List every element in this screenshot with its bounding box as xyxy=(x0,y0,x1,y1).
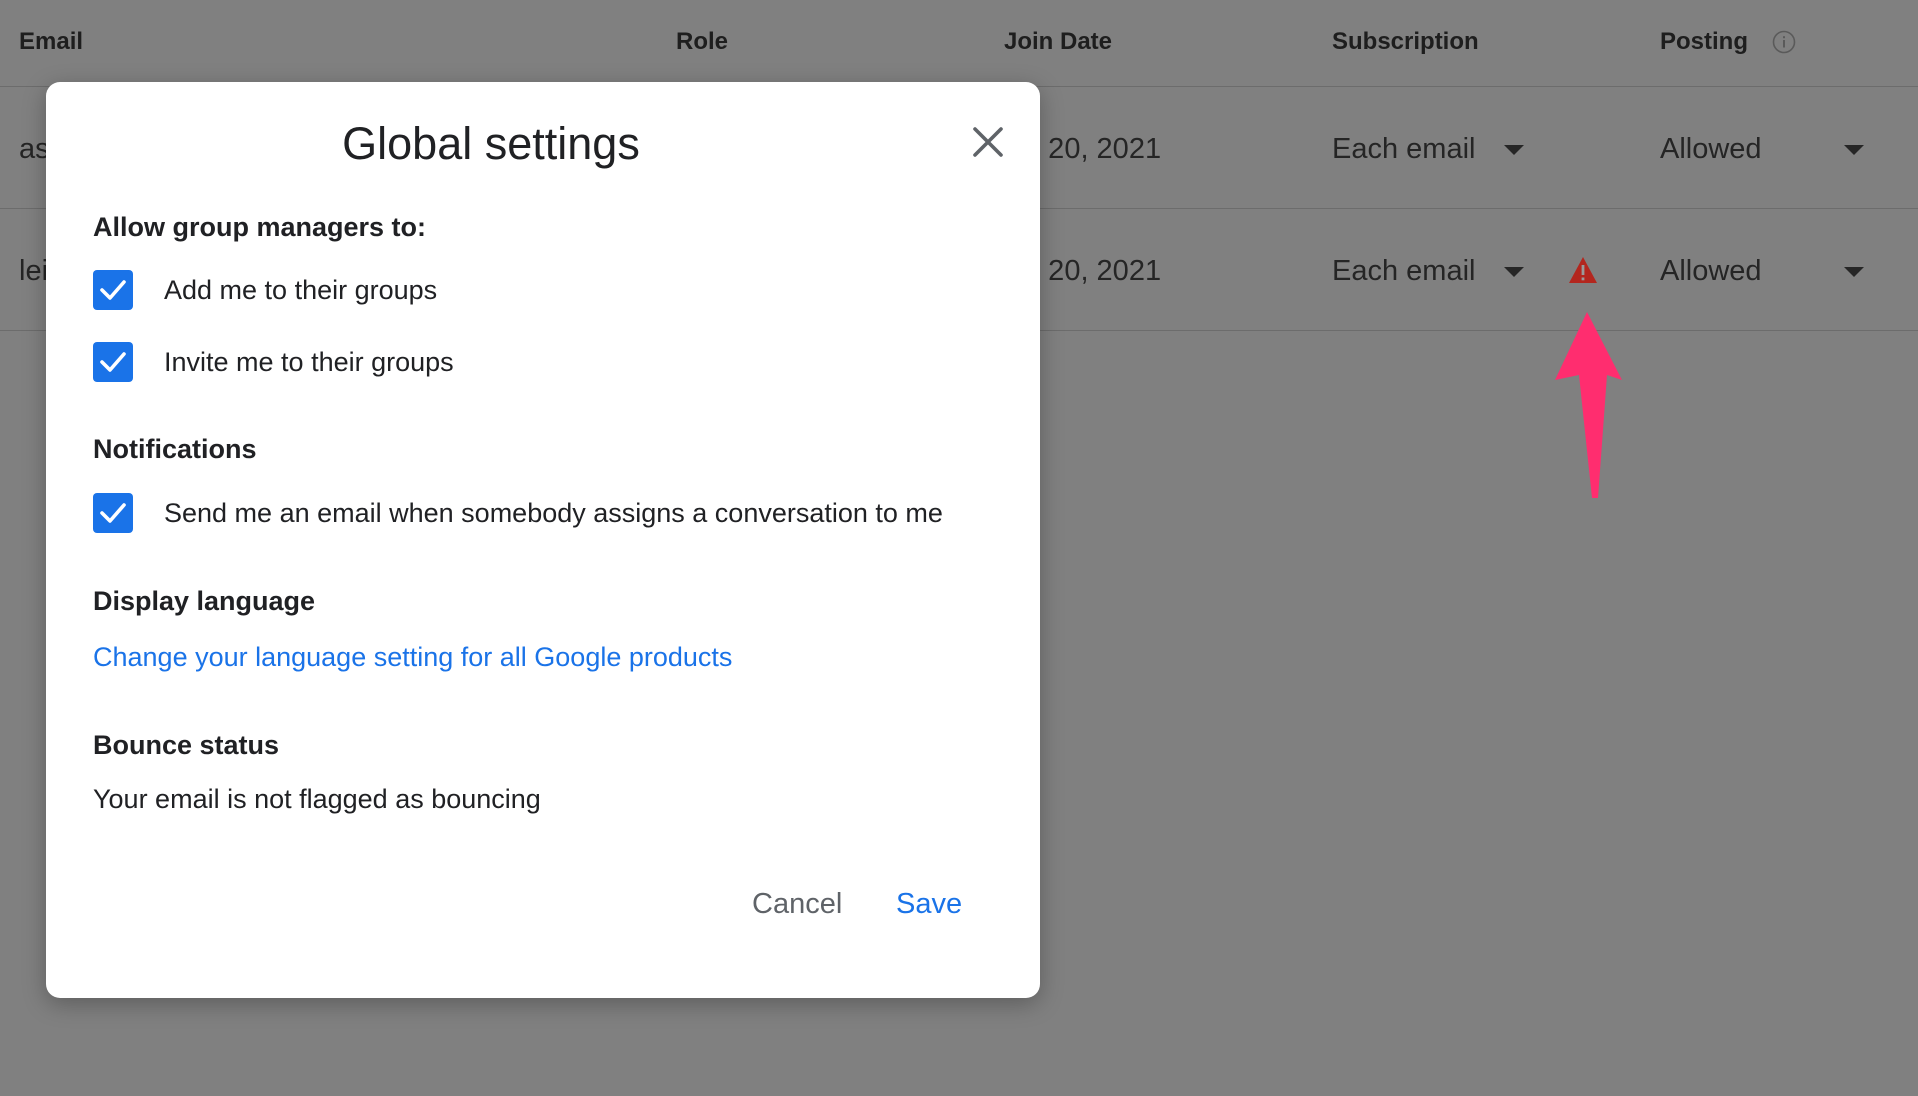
checkbox-invite-me[interactable] xyxy=(93,342,133,382)
dialog-title: Global settings xyxy=(342,118,640,169)
section-title-display-language: Display language xyxy=(93,586,316,616)
checkbox-label: Add me to their groups xyxy=(164,274,438,305)
row-join-date: n 20, 2021 xyxy=(1024,133,1162,165)
warning-icon[interactable] xyxy=(1568,256,1598,284)
global-settings-dialog: Global settings Allow group managers to:… xyxy=(46,82,1040,998)
close-icon[interactable] xyxy=(972,126,1004,158)
close-button[interactable] xyxy=(964,118,1012,166)
checkmark-icon xyxy=(100,280,126,300)
column-header-join-date[interactable]: Join Date xyxy=(1004,28,1112,56)
chevron-down-icon[interactable] xyxy=(1504,267,1524,277)
chevron-down-icon[interactable] xyxy=(1504,145,1524,155)
checkbox-add-me[interactable] xyxy=(93,270,133,310)
checkbox-row-invite-me[interactable]: Invite me to their groups xyxy=(93,341,454,383)
checkbox-label: Invite me to their groups xyxy=(164,346,454,377)
row-join-date: n 20, 2021 xyxy=(1024,255,1162,287)
row-email: lei xyxy=(19,255,49,287)
bounce-status-text: Your email is not flagged as bouncing xyxy=(93,784,541,814)
info-icon[interactable] xyxy=(1772,30,1796,54)
posting-dropdown[interactable]: Allowed xyxy=(1660,133,1762,166)
subscription-dropdown[interactable]: Each email xyxy=(1332,133,1475,166)
cancel-button[interactable]: Cancel xyxy=(744,882,850,927)
checkbox-label: Send me an email when somebody assigns a… xyxy=(164,497,943,528)
column-header-role[interactable]: Role xyxy=(676,28,728,56)
save-button[interactable]: Save xyxy=(888,882,970,927)
checkmark-icon xyxy=(100,503,126,523)
section-title-bounce-status: Bounce status xyxy=(93,730,280,760)
column-header-email[interactable]: Email xyxy=(19,28,83,56)
subscription-dropdown[interactable]: Each email xyxy=(1332,255,1475,288)
section-title-group-managers: Allow group managers to: xyxy=(93,212,427,242)
column-header-posting[interactable]: Posting xyxy=(1660,28,1748,56)
column-header-subscription[interactable]: Subscription xyxy=(1332,28,1479,56)
language-settings-link[interactable]: Change your language setting for all Goo… xyxy=(93,642,732,673)
checkbox-row-add-me[interactable]: Add me to their groups xyxy=(93,269,437,311)
checkbox-row-assign-email[interactable]: Send me an email when somebody assigns a… xyxy=(93,492,943,534)
section-title-notifications: Notifications xyxy=(93,434,257,464)
chevron-down-icon[interactable] xyxy=(1844,267,1864,277)
chevron-down-icon[interactable] xyxy=(1844,145,1864,155)
posting-dropdown[interactable]: Allowed xyxy=(1660,255,1762,288)
checkbox-assign-email[interactable] xyxy=(93,493,133,533)
checkmark-icon xyxy=(100,352,126,372)
